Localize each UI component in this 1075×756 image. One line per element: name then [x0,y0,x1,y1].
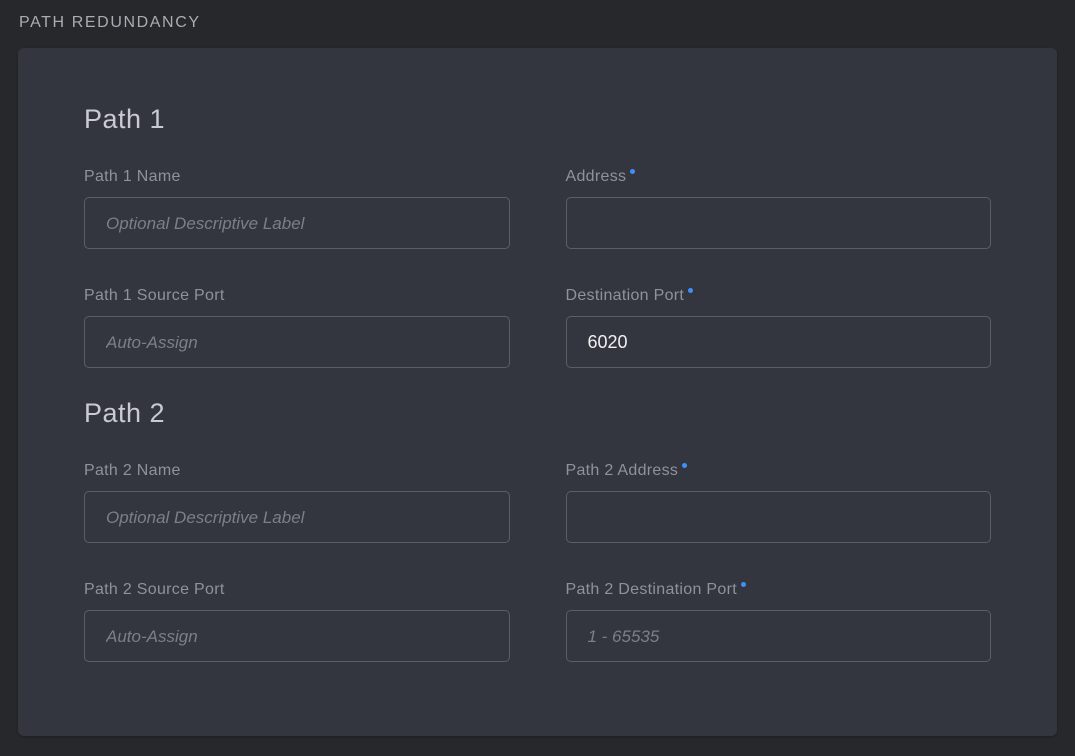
required-indicator-dot [741,582,746,587]
path-2-address-label: Path 2 Address [566,462,992,480]
path-2-destination-port-input[interactable] [566,610,992,662]
required-indicator-dot [682,463,687,468]
required-indicator-dot [688,288,693,293]
section-heading-path-2: Path 2 [84,398,991,429]
path-1-destination-port-input[interactable] [566,316,992,368]
field-path-1-name: Path 1 Name [84,168,510,249]
path-1-name-label: Path 1 Name [84,168,510,186]
field-path-1-destination-port: Destination Port [566,287,992,368]
path-1-fields-grid: Path 1 Name Address Path 1 Source Port D… [84,168,991,368]
path-2-address-input[interactable] [566,491,992,543]
path-1-address-label: Address [566,168,992,186]
path-1-name-input[interactable] [84,197,510,249]
path-2-fields-grid: Path 2 Name Path 2 Address Path 2 Source… [84,462,991,662]
path-2-name-input[interactable] [84,491,510,543]
path-2-source-port-input[interactable] [84,610,510,662]
field-path-2-destination-port: Path 2 Destination Port [566,581,992,662]
path-1-source-port-input[interactable] [84,316,510,368]
path-redundancy-page: PATH REDUNDANCY Path 1 Path 1 Name Addre… [0,0,1075,756]
path-1-source-port-label: Path 1 Source Port [84,287,510,305]
path-2-name-label: Path 2 Name [84,462,510,480]
field-path-2-address: Path 2 Address [566,462,992,543]
path-redundancy-card: Path 1 Path 1 Name Address Path 1 Source… [18,48,1057,736]
page-title: PATH REDUNDANCY [19,14,1057,32]
path-2-destination-port-label-text: Path 2 Destination Port [566,581,737,598]
path-1-address-input[interactable] [566,197,992,249]
path-1-destination-port-label-text: Destination Port [566,287,685,304]
field-path-1-address: Address [566,168,992,249]
path-2-destination-port-label: Path 2 Destination Port [566,581,992,599]
field-path-2-source-port: Path 2 Source Port [84,581,510,662]
path-2-source-port-label: Path 2 Source Port [84,581,510,599]
field-path-2-name: Path 2 Name [84,462,510,543]
field-path-1-source-port: Path 1 Source Port [84,287,510,368]
required-indicator-dot [630,169,635,174]
section-heading-path-1: Path 1 [84,104,991,135]
path-1-address-label-text: Address [566,168,627,185]
path-1-destination-port-label: Destination Port [566,287,992,305]
path-2-address-label-text: Path 2 Address [566,462,679,479]
